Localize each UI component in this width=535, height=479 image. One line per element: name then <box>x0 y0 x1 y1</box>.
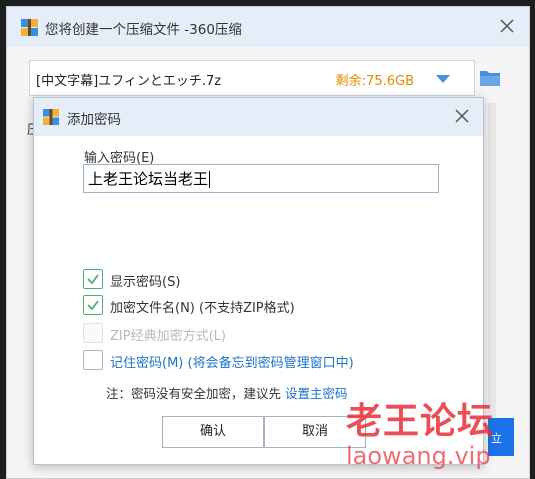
chevron-down-icon[interactable] <box>436 75 450 83</box>
set-master-password-link[interactable]: 设置主密码 <box>285 386 348 401</box>
close-icon[interactable] <box>495 14 519 38</box>
password-value: 上老王论坛当老王 <box>88 170 209 188</box>
checkmark-icon <box>87 274 99 285</box>
password-input[interactable]: 上老王论坛当老王 <box>83 164 439 193</box>
close-icon[interactable] <box>451 105 473 127</box>
checkmark-icon <box>87 300 99 311</box>
archive-path-field[interactable]: [中文字幕]ユフィンとエッチ.7z 剩余:75.6GB <box>29 60 475 96</box>
archive-path-text: [中文字幕]ユフィンとエッチ.7z <box>36 74 222 89</box>
watermark-title: 老王论坛 <box>346 401 495 442</box>
show-password-label: 显示密码(S) <box>110 275 181 290</box>
main-titlebar: 您将创建一个压缩文件 -360压缩 <box>7 7 529 47</box>
dialog-title: 添加密码 <box>67 112 121 128</box>
encrypt-filenames-checkbox[interactable] <box>83 295 103 315</box>
security-note-text: 注：密码没有安全加密，建议先 <box>106 386 282 401</box>
encrypt-filenames-label: 加密文件名(N) (不支持ZIP格式) <box>110 301 295 316</box>
confirm-button[interactable]: 确认 <box>162 416 264 448</box>
archive-app-icon <box>21 19 38 36</box>
zip-classic-encryption-label: ZIP经典加密方式(L) <box>110 329 226 344</box>
security-note: 注：密码没有安全加密，建议先 设置主密码 <box>106 383 348 402</box>
folder-icon[interactable] <box>478 67 502 89</box>
remember-password-label: 记住密码(M) (将会备忘到密码管理窗口中) <box>110 356 354 371</box>
free-space-label: 剩余:75.6GB <box>335 74 414 89</box>
watermark-url: laowang.vip <box>346 442 491 470</box>
remember-password-checkbox[interactable] <box>83 350 103 370</box>
text-cursor <box>209 171 211 188</box>
dialog-titlebar: 添加密码 <box>34 98 483 136</box>
main-window-title: 您将创建一个压缩文件 -360压缩 <box>45 22 242 38</box>
zip-classic-encryption-checkbox <box>83 323 103 343</box>
background-panel-edge <box>488 103 496 433</box>
archive-app-icon <box>43 109 59 125</box>
show-password-checkbox[interactable] <box>83 269 103 289</box>
